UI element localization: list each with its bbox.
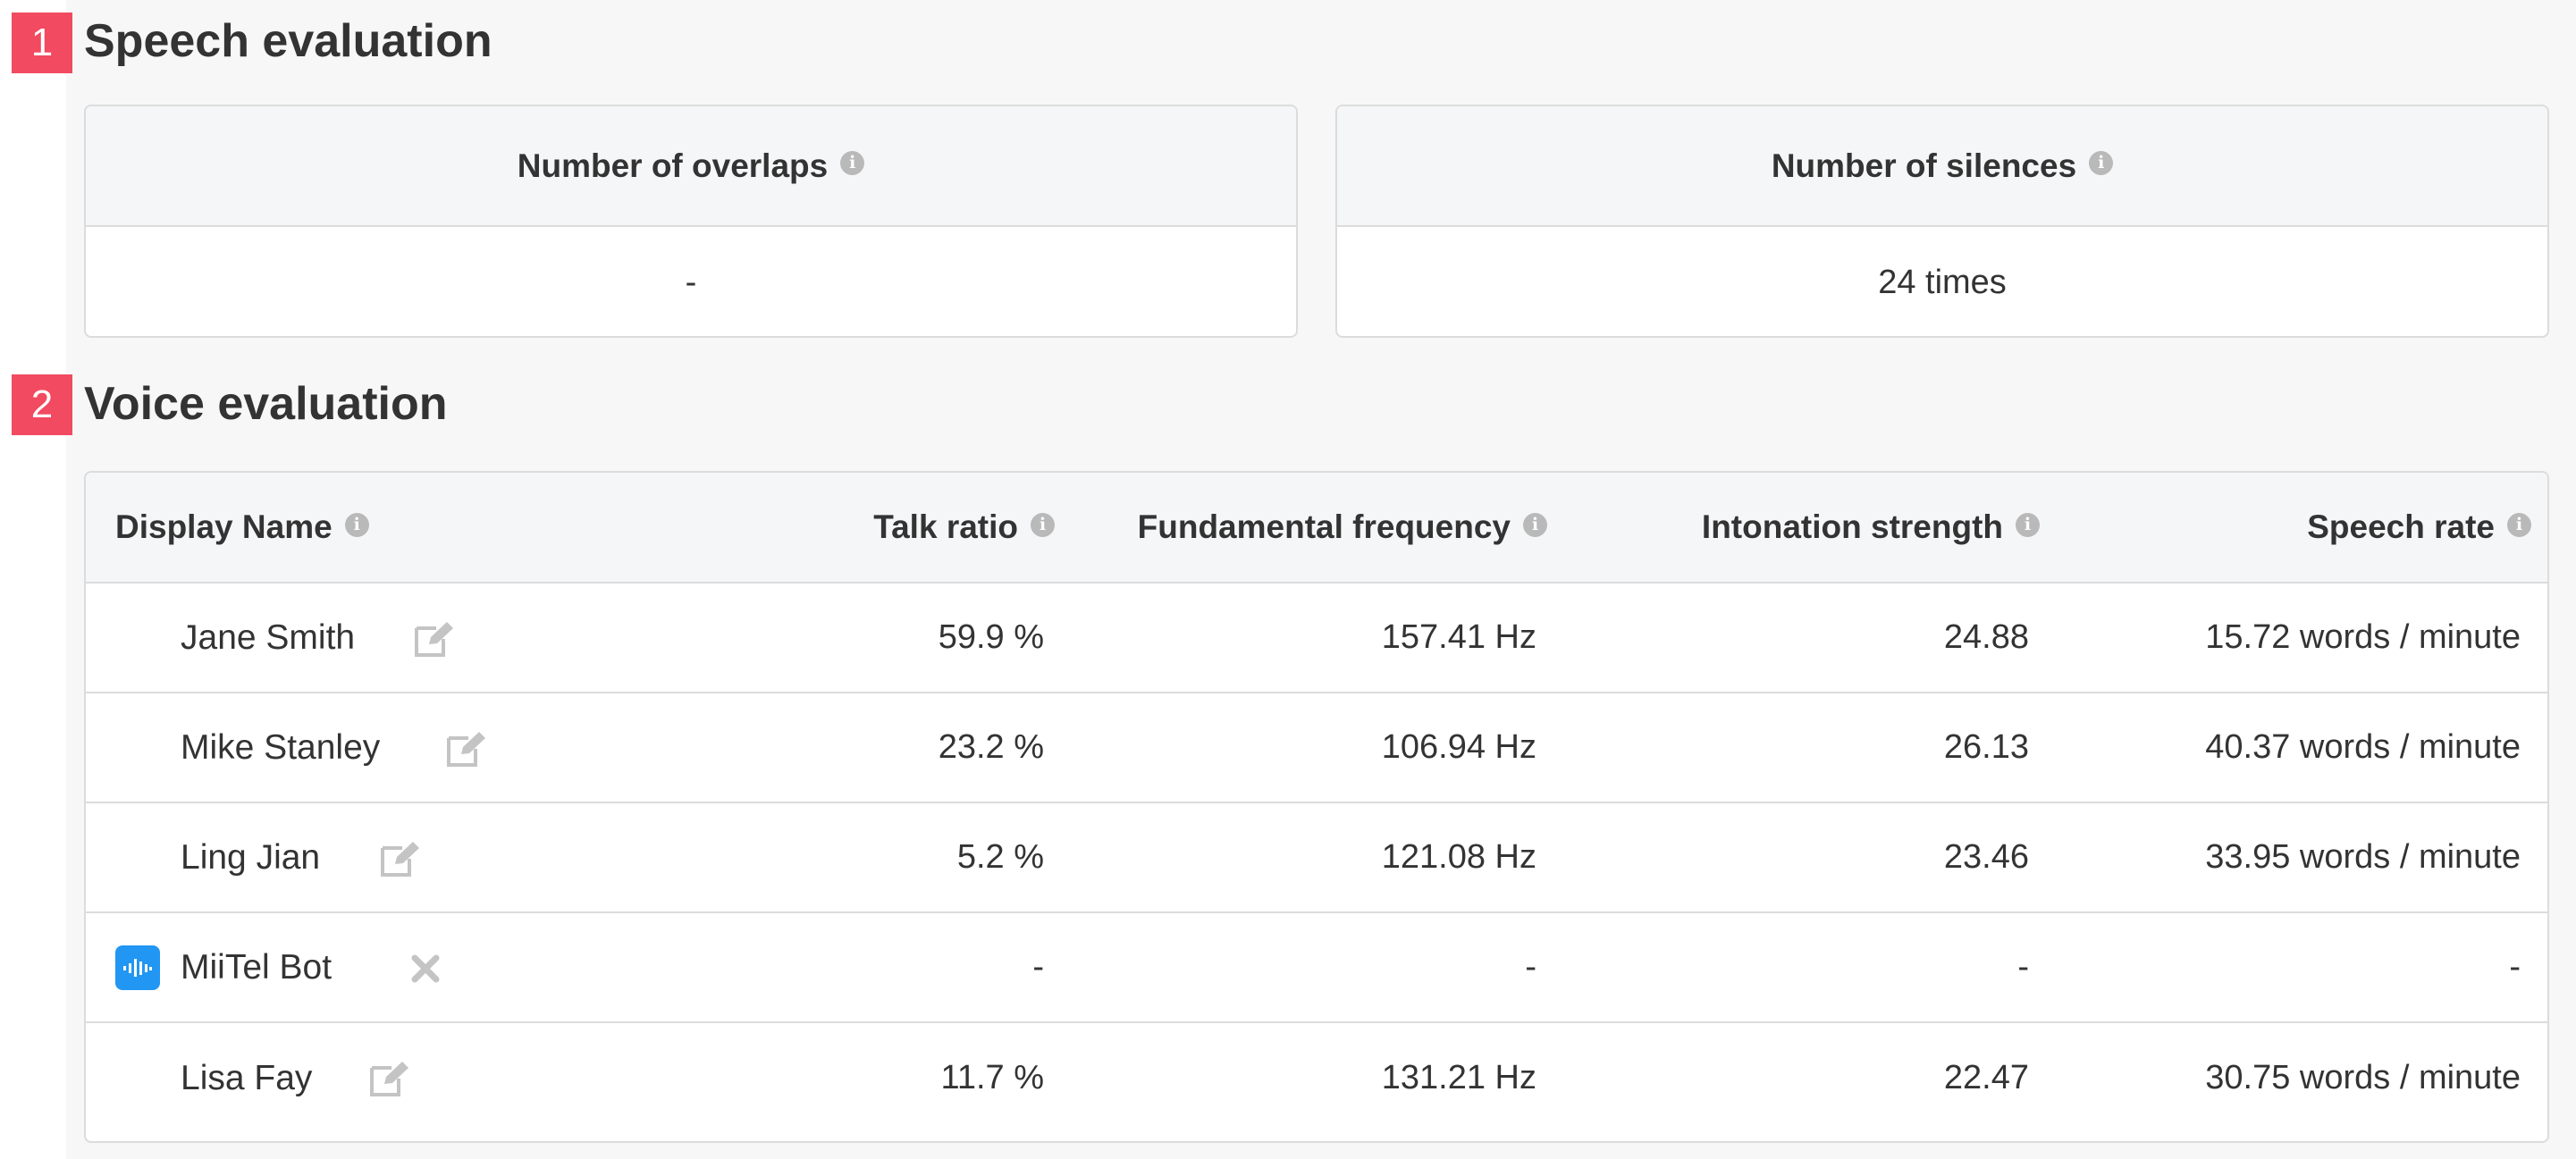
table-row: MiiTel Bot - - - - bbox=[86, 913, 2547, 1023]
talk-ratio: 59.9 % bbox=[938, 618, 1044, 656]
header-speech-rate: Speech rate i bbox=[2307, 473, 2531, 582]
header-label: Fundamental frequency bbox=[1137, 508, 1511, 545]
fundamental-frequency: 131.21 Hz bbox=[1381, 1059, 1536, 1096]
intonation-strength: 24.88 bbox=[1943, 618, 2029, 656]
display-name: Ling Jian bbox=[181, 837, 321, 877]
close-icon[interactable] bbox=[409, 953, 442, 985]
header-label: Talk ratio bbox=[873, 508, 1018, 545]
table-row: Ling Jian 5.2 % 121.08 Hz 23.46 33.95 wo… bbox=[86, 803, 2547, 913]
info-icon[interactable]: i bbox=[840, 151, 865, 175]
silences-card: Number of silences i 24 times bbox=[1335, 105, 2549, 338]
overlaps-label: Number of overlaps bbox=[517, 147, 829, 184]
overlaps-card: Number of overlaps i - bbox=[84, 105, 1298, 338]
speech-rate: 15.72 words / minute bbox=[2205, 618, 2521, 656]
speech-rate: 30.75 words / minute bbox=[2205, 1059, 2521, 1096]
section-marker-2: 2 bbox=[12, 374, 72, 435]
table-row: Lisa Fay 11.7 % 131.21 Hz 22.47 30.75 wo… bbox=[86, 1023, 2547, 1133]
info-icon[interactable]: i bbox=[2016, 512, 2040, 537]
display-name: Mike Stanley bbox=[181, 727, 381, 767]
display-name: MiiTel Bot bbox=[181, 947, 333, 987]
speech-rate: - bbox=[2509, 948, 2521, 986]
intonation-strength: 23.46 bbox=[1943, 838, 2029, 876]
header-label: Intonation strength bbox=[1701, 508, 2003, 545]
voice-evaluation-title: Voice evaluation bbox=[84, 378, 448, 430]
overlaps-value: - bbox=[685, 263, 697, 301]
talk-ratio: - bbox=[1032, 948, 1044, 986]
info-icon[interactable]: i bbox=[1523, 512, 1547, 537]
soundwave-icon bbox=[123, 959, 152, 977]
intonation-strength: 22.47 bbox=[1943, 1059, 2029, 1096]
edit-icon[interactable] bbox=[445, 729, 488, 768]
edit-icon[interactable] bbox=[368, 1059, 411, 1098]
fundamental-frequency: - bbox=[1525, 948, 1536, 986]
header-intonation-strength: Intonation strength i bbox=[1702, 473, 2040, 582]
edit-icon[interactable] bbox=[379, 839, 422, 878]
talk-ratio: 23.2 % bbox=[938, 728, 1044, 766]
bot-icon bbox=[115, 945, 160, 990]
silences-value: 24 times bbox=[1878, 263, 2007, 301]
header-label: Display Name bbox=[115, 508, 333, 545]
intonation-strength: 26.13 bbox=[1943, 728, 2029, 766]
talk-ratio: 5.2 % bbox=[956, 838, 1044, 876]
header-display-name: Display Name i bbox=[115, 473, 369, 582]
info-icon[interactable]: i bbox=[1031, 512, 1055, 537]
table-row: Mike Stanley 23.2 % 106.94 Hz 26.13 40.3… bbox=[86, 693, 2547, 803]
display-name: Jane Smith bbox=[181, 617, 356, 657]
speech-evaluation-title: Speech evaluation bbox=[84, 15, 492, 67]
talk-ratio: 11.7 % bbox=[940, 1059, 1044, 1096]
intonation-strength: - bbox=[2017, 948, 2029, 986]
table-row: Jane Smith 59.9 % 157.41 Hz 24.88 15.72 … bbox=[86, 584, 2547, 693]
silences-card-header: Number of silences i bbox=[1337, 106, 2547, 227]
silences-label: Number of silences bbox=[1771, 147, 2077, 184]
section-marker-1: 1 bbox=[12, 13, 72, 73]
header-label: Speech rate bbox=[2307, 508, 2495, 545]
fundamental-frequency: 157.41 Hz bbox=[1381, 618, 1536, 656]
display-name: Lisa Fay bbox=[181, 1058, 313, 1097]
info-icon[interactable]: i bbox=[2089, 151, 2114, 175]
speech-rate: 40.37 words / minute bbox=[2205, 728, 2521, 766]
overlaps-card-header: Number of overlaps i bbox=[86, 106, 1296, 227]
fundamental-frequency: 121.08 Hz bbox=[1381, 838, 1536, 876]
speech-rate: 33.95 words / minute bbox=[2205, 838, 2521, 876]
info-icon[interactable]: i bbox=[2507, 512, 2531, 537]
header-fundamental-frequency: Fundamental frequency i bbox=[1138, 473, 1547, 582]
edit-icon[interactable] bbox=[413, 619, 456, 659]
info-icon[interactable]: i bbox=[344, 512, 369, 537]
header-talk-ratio: Talk ratio i bbox=[873, 473, 1055, 582]
table-header-row: Display Name i Talk ratio i Fundamental … bbox=[86, 473, 2547, 584]
voice-evaluation-table: Display Name i Talk ratio i Fundamental … bbox=[84, 471, 2549, 1143]
fundamental-frequency: 106.94 Hz bbox=[1381, 728, 1536, 766]
